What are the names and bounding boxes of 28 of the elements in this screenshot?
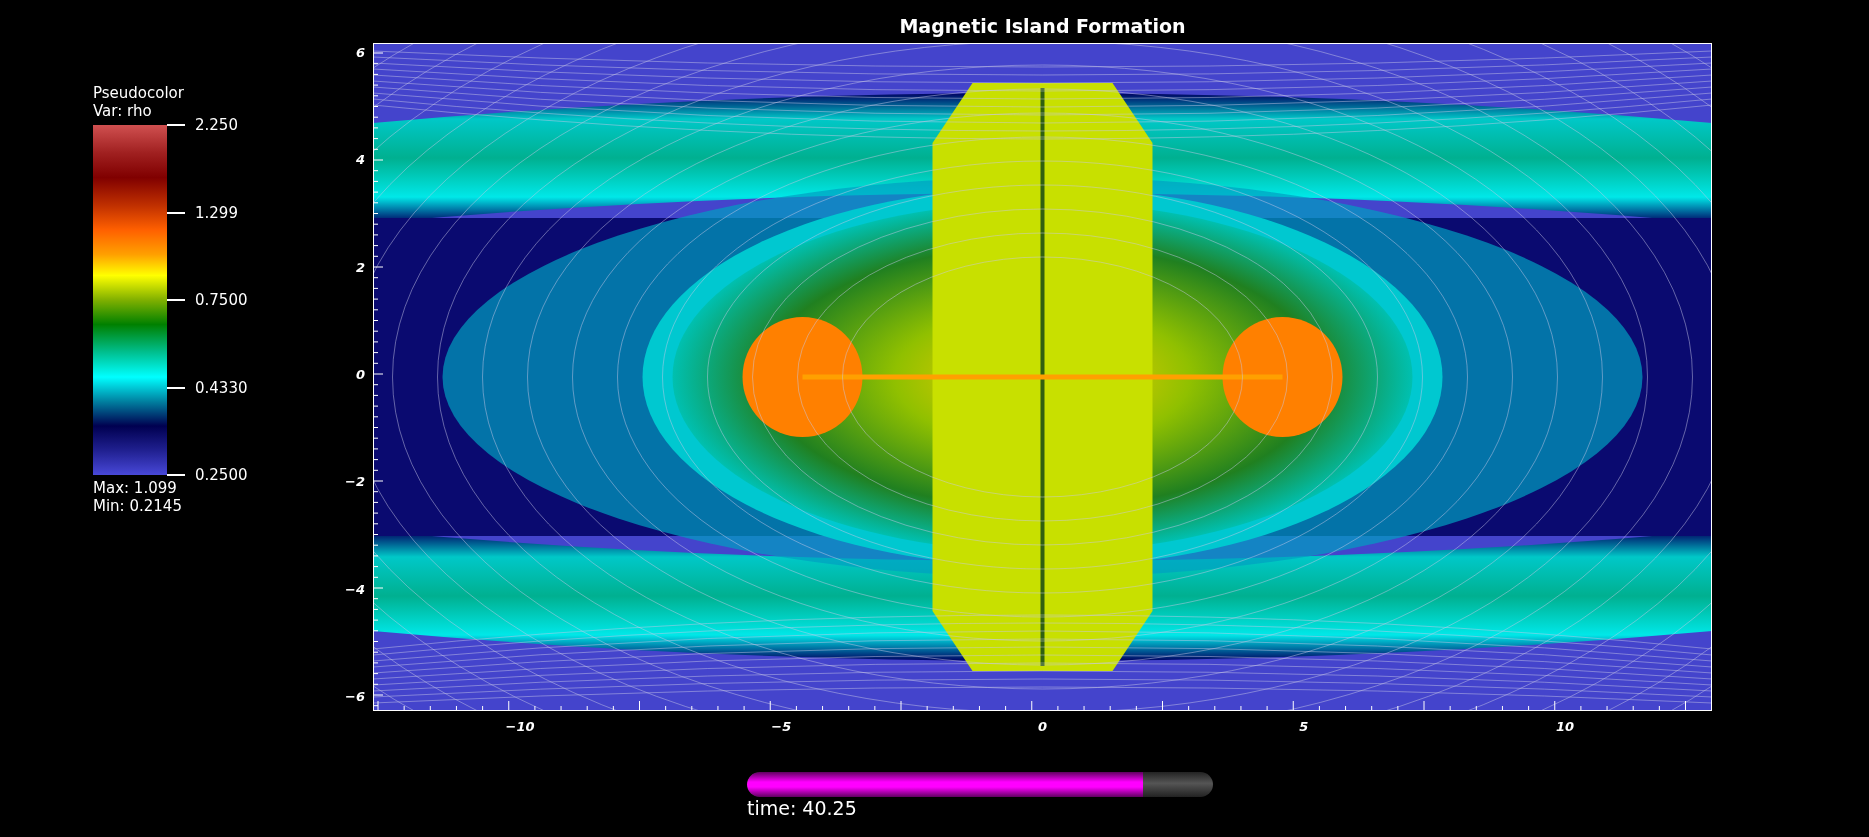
y-axis-label: 6 bbox=[355, 45, 365, 61]
x-axis-label: 10 bbox=[1554, 719, 1576, 735]
legend-min: Min: 0.2145 bbox=[93, 497, 182, 515]
y-axis-label: −6 bbox=[345, 688, 365, 705]
legend-variable: Var: rho bbox=[93, 102, 152, 120]
x-axis-label: 0 bbox=[1036, 719, 1048, 735]
time-label: time: 40.25 bbox=[747, 797, 857, 819]
tick-mark bbox=[167, 299, 185, 301]
tick-mark bbox=[167, 124, 185, 126]
y-axis-label: −4 bbox=[345, 581, 365, 598]
y-axis-label: 4 bbox=[355, 152, 365, 169]
legend-tick-label: 1.299 bbox=[195, 203, 238, 222]
legend-tick-label: 0.2500 bbox=[195, 466, 248, 484]
x-axis-label: −5 bbox=[770, 719, 793, 735]
y-axis-label: 0 bbox=[355, 367, 365, 383]
tick-mark bbox=[167, 211, 185, 214]
legend-title: Pseudocolor bbox=[93, 84, 184, 102]
x-axis-label: −10 bbox=[504, 719, 536, 735]
y-axis-label: 2 bbox=[355, 259, 365, 276]
y-axis-label: −2 bbox=[345, 474, 365, 491]
legend-max: Max: 1.099 bbox=[93, 479, 177, 497]
plot-title: Magnetic Island Formation bbox=[898, 14, 1187, 38]
tick-mark bbox=[167, 474, 185, 476]
tick-mark bbox=[167, 386, 185, 389]
legend-tick-label: 2.250 bbox=[195, 116, 238, 134]
x-axis-label: 5 bbox=[1298, 719, 1310, 735]
legend-tick-label: 0.7500 bbox=[195, 291, 248, 309]
legend-tick-label: 0.4330 bbox=[195, 378, 248, 397]
